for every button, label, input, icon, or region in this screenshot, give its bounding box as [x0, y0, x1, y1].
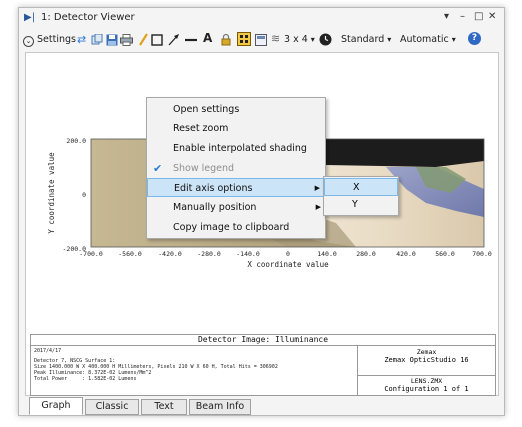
settings-chevron-icon: ⌄: [23, 36, 34, 47]
menu-item-label: Reset zoom: [173, 123, 229, 134]
info-company: Zemax: [416, 348, 437, 356]
tab-classic[interactable]: Classic: [85, 399, 139, 415]
menu-item-reset-zoom[interactable]: Reset zoom: [147, 119, 325, 138]
submenu-arrow-icon: ▶: [315, 203, 321, 211]
x-axis-label: X coordinate value: [247, 260, 329, 269]
menu-item-open-settings[interactable]: Open settings: [147, 100, 325, 119]
detector-viewer-window: ▶| 1: Detector Viewer ▾ – □ ✕ ⌄ Settings…: [18, 7, 505, 416]
help-icon[interactable]: ?: [468, 32, 481, 45]
automatic-dropdown[interactable]: Automatic ▾: [400, 33, 456, 47]
x-tick-label: -560.0: [118, 250, 142, 258]
arrow-line-icon[interactable]: [168, 33, 180, 47]
layout-grid-icon[interactable]: [237, 32, 251, 46]
checkmark-icon: ✔: [153, 162, 163, 175]
y-tick-label: 200.0: [66, 137, 86, 145]
standard-dropdown[interactable]: Standard ▾: [341, 33, 391, 47]
automatic-label: Automatic: [400, 34, 449, 45]
x-tick-label: 280.0: [356, 250, 376, 258]
menu-item-edit-axis-options[interactable]: Edit axis options ▶: [147, 178, 325, 197]
submenu-arrow-icon: ▶: [314, 184, 320, 192]
minimize-button[interactable]: –: [460, 11, 465, 22]
info-file: LENS.ZMX: [410, 377, 443, 385]
layers-icon[interactable]: ≋: [271, 32, 280, 46]
standard-label: Standard: [341, 34, 385, 45]
window-menu-dropdown-icon[interactable]: ▾: [444, 11, 449, 22]
submenu-item-label: X: [353, 182, 360, 193]
app-icon: ▶|: [24, 12, 36, 23]
menu-item-copy-image-to-clipboard[interactable]: Copy image to clipboard: [147, 218, 325, 237]
print-icon[interactable]: [120, 34, 133, 48]
submenu-item-x[interactable]: X: [324, 178, 398, 196]
layout-size-dropdown[interactable]: 3 x 4 ▾: [284, 33, 315, 47]
y-tick-label: 0: [82, 191, 86, 199]
settings-button[interactable]: ⌄ Settings: [23, 33, 76, 47]
pencil-icon[interactable]: [138, 33, 148, 47]
menu-item-label: Open settings: [173, 104, 240, 115]
x-tick-label: 560.0: [435, 250, 455, 258]
submenu-item-y[interactable]: Y: [324, 196, 398, 214]
window-tile-icon[interactable]: [255, 34, 267, 48]
menu-item-label: Show legend: [173, 163, 235, 174]
toolbar: ⌄ Settings ⇄ A ≋ 3 x 4 ▾ Standard ▾ Auto…: [19, 29, 504, 51]
x-tick-label: 0: [286, 250, 290, 258]
info-date: 2017/4/17: [34, 348, 62, 354]
info-line: Total Power : 1.582E-02 Lumens: [34, 376, 137, 382]
info-panel: Detector Image: Illuminance 2017/4/17 De…: [30, 334, 496, 396]
menu-item-label: Manually position: [173, 202, 257, 213]
standard-arrow-icon: ▾: [387, 35, 392, 44]
save-icon[interactable]: [106, 34, 118, 48]
rectangle-icon[interactable]: [151, 34, 163, 48]
layout-size-arrow-icon: ▾: [310, 35, 315, 44]
menu-item-label: Copy image to clipboard: [173, 222, 290, 233]
y-axis-label: Y coordinate value: [47, 152, 56, 234]
lock-icon[interactable]: [221, 33, 231, 47]
title-bar: ▶| 1: Detector Viewer ▾ – □ ✕: [19, 8, 504, 28]
refresh-icon[interactable]: ⇄: [77, 33, 86, 47]
info-divider: [358, 375, 495, 376]
clock-icon[interactable]: [319, 33, 332, 47]
copy-icon[interactable]: [91, 34, 103, 48]
submenu-item-label: Y: [352, 199, 358, 210]
layout-size-label: 3 x 4: [284, 34, 308, 45]
axis-options-submenu: X Y: [323, 176, 399, 216]
window-title: 1: Detector Viewer: [41, 12, 135, 23]
tab-beam-info[interactable]: Beam Info: [189, 399, 251, 415]
x-tick-label: -140.0: [236, 250, 260, 258]
x-tick-label: 700.0: [472, 250, 492, 258]
menu-item-show-legend[interactable]: ✔ Show legend: [147, 159, 325, 178]
maximize-button[interactable]: □: [474, 11, 483, 22]
info-heading: Detector Image: Illuminance: [31, 335, 495, 346]
menu-item-manually-position[interactable]: Manually position ▶: [147, 198, 325, 217]
x-tick-label: 140.0: [317, 250, 337, 258]
x-tick-label: -420.0: [158, 250, 182, 258]
line-icon[interactable]: [184, 33, 198, 47]
x-tick-label: -280.0: [197, 250, 221, 258]
settings-label: Settings: [37, 34, 76, 45]
context-menu: Open settings Reset zoom Enable interpol…: [146, 97, 326, 239]
menu-item-label: Enable interpolated shading: [173, 143, 307, 154]
close-button[interactable]: ✕: [488, 11, 496, 22]
info-product: Zemax OpticStudio 16: [384, 356, 469, 364]
menu-item-enable-interpolated-shading[interactable]: Enable interpolated shading: [147, 139, 325, 158]
info-configuration: Configuration 1 of 1: [384, 385, 469, 393]
automatic-arrow-icon: ▾: [451, 35, 456, 44]
text-tool-icon[interactable]: A: [203, 31, 212, 45]
tab-bar: Graph Classic Text Beam Info: [19, 397, 504, 415]
tab-text[interactable]: Text: [141, 399, 187, 415]
tab-graph[interactable]: Graph: [29, 397, 83, 415]
menu-item-label: Edit axis options: [174, 183, 253, 194]
x-tick-label: 420.0: [396, 250, 416, 258]
info-details: 2017/4/17 Detector 7, NSCG Surface 1: Si…: [31, 346, 358, 395]
x-tick-label: -700.0: [79, 250, 103, 258]
